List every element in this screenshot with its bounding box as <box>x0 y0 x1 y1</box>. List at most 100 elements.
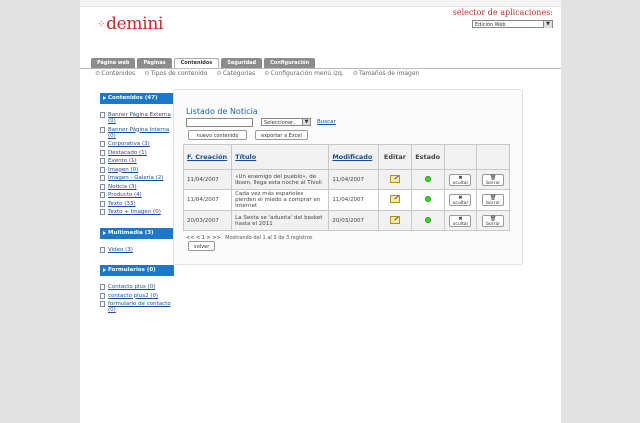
list-item[interactable]: formulario de contacto (0) <box>100 301 174 313</box>
page-container: ⁘demini selector de aplicaciones: Edició… <box>80 0 561 423</box>
sidebar-header-formularios[interactable]: Formularios (0) <box>100 265 174 276</box>
filter-select-value: Seleccionar.. <box>264 120 296 126</box>
column-header-modified[interactable]: Modificado <box>328 144 380 170</box>
list-item[interactable]: Imagen - Galería (2) <box>100 175 174 181</box>
document-icon <box>100 141 105 147</box>
sidebar-link[interactable]: Destacado (1) <box>108 150 147 156</box>
sub-navigation: ⚙Contenidos ⚙Tipos de contenido ⚙Categor… <box>95 70 428 77</box>
cell-status <box>410 189 445 211</box>
chevron-down-icon[interactable]: ▼ <box>543 21 552 28</box>
list-item[interactable]: Destacado (1) <box>100 149 174 156</box>
delete-button[interactable]: 🗑 borrar <box>482 173 505 186</box>
column-header-created[interactable]: F. Creación <box>182 144 233 170</box>
tab-configuracion[interactable]: Configuración <box>264 58 316 68</box>
sidebar-link[interactable]: Producto (4) <box>108 192 142 198</box>
edit-icon[interactable] <box>389 195 400 203</box>
cell-title: La Sexta se 'adueña' del basket hasta el… <box>231 210 330 231</box>
document-icon <box>100 149 105 156</box>
subnav-menu-izq[interactable]: ⚙Configuración menú izq. <box>264 70 344 77</box>
subnav-tamanos[interactable]: ⚙Tamaños de imagen <box>353 70 420 77</box>
delete-button[interactable]: 🗑 borrar <box>482 214 505 227</box>
sidebar-link[interactable]: formulario de contacto (0) <box>108 301 171 313</box>
sidebar-header-contenidos[interactable]: Contenidos (47) <box>100 93 174 104</box>
cell-delete: 🗑 borrar <box>476 189 510 211</box>
hide-button[interactable]: ✖ ocultar <box>449 173 472 186</box>
list-item[interactable]: Texto (33) <box>100 200 174 207</box>
delete-button[interactable]: 🗑 borrar <box>482 194 505 206</box>
gear-icon: ⚙ <box>264 70 270 77</box>
cell-modified: 11/04/2007 <box>328 169 380 190</box>
tab-seguridad[interactable]: Seguridad <box>221 58 263 68</box>
list-item[interactable]: Video (3) <box>100 246 174 253</box>
subnav-contenidos[interactable]: ⚙Contenidos <box>95 70 135 77</box>
sidebar-link[interactable]: Texto (33) <box>108 201 136 207</box>
tabs-divider <box>80 68 561 69</box>
list-item[interactable]: Corporativa (3) <box>100 141 174 147</box>
document-icon <box>100 200 105 207</box>
gear-icon: ⚙ <box>216 70 222 77</box>
sidebar-link[interactable]: Banner Página Interna (0) <box>108 127 169 139</box>
list-item[interactable]: Banner Página Externa (0) <box>100 112 174 124</box>
table-header-row: F. Creación Título Modificado Editar Est… <box>182 144 510 170</box>
search-input[interactable] <box>186 118 253 127</box>
cell-delete: 🗑 borrar <box>476 169 510 190</box>
cell-hide: ✖ ocultar <box>443 169 478 190</box>
sidebar-link[interactable]: Corporativa (3) <box>108 141 150 147</box>
sidebar-link[interactable]: Texto + Imagen (0) <box>108 209 161 215</box>
document-icon <box>100 192 105 198</box>
document-icon <box>100 209 105 215</box>
sidebar-link[interactable]: Evento (1) <box>108 158 137 164</box>
chevron-down-icon[interactable]: ▼ <box>302 119 310 125</box>
list-item[interactable]: Imagen (0) <box>100 166 174 173</box>
tab-paginas[interactable]: Páginas <box>137 58 172 68</box>
filter-select[interactable]: Seleccionar.. ▼ <box>261 118 311 126</box>
column-header-hide <box>443 144 478 170</box>
sidebar-link[interactable]: Banner Página Externa (0) <box>108 112 171 124</box>
content-table: F. Creación Título Modificado Editar Est… <box>182 144 510 231</box>
document-icon <box>100 292 105 299</box>
list-item[interactable]: Texto + Imagen (0) <box>100 209 174 215</box>
list-item[interactable]: Banner Página Interna (0) <box>100 126 174 139</box>
app-selector-dropdown[interactable]: Edición Web ▼ <box>472 20 553 28</box>
cell-status <box>410 210 445 231</box>
list-item[interactable]: Noticia (3) <box>100 183 174 190</box>
column-header-title[interactable]: Título <box>231 144 330 170</box>
content-list-panel: Listado de Noticia Seleccionar.. ▼ Busca… <box>173 89 523 265</box>
list-item[interactable]: Producto (4) <box>100 192 174 198</box>
gear-icon: ⚙ <box>352 70 359 77</box>
list-item[interactable]: contacto plus2 (0) <box>100 292 174 299</box>
sidebar-link[interactable]: Imagen - Galería (2) <box>108 175 163 181</box>
header-strip <box>80 0 561 7</box>
list-item[interactable]: Evento (1) <box>100 158 174 164</box>
tab-pagina-web[interactable]: Página web <box>91 58 136 68</box>
sidebar-link[interactable]: Noticia (3) <box>108 184 137 190</box>
cell-modified: 20/03/2007 <box>328 210 380 231</box>
cell-edit <box>378 189 412 211</box>
sidebar-list-formularios: Contacto plus (0) contacto plus2 (0) for… <box>100 276 174 320</box>
edit-icon[interactable] <box>389 215 400 224</box>
sidebar-header-multimedia[interactable]: Multimedia (3) <box>100 227 174 239</box>
subnav-categorias[interactable]: ⚙Categorías <box>216 70 255 77</box>
sidebar-link[interactable]: Video (3) <box>108 247 133 253</box>
search-link[interactable]: Buscar <box>317 119 336 125</box>
cell-created: 20/03/2007 <box>182 210 233 231</box>
app-selector-label: selector de aplicaciones: <box>452 8 553 17</box>
hide-button[interactable]: ✖ ocultar <box>449 194 472 206</box>
back-button[interactable]: volver <box>188 241 215 251</box>
document-icon <box>100 126 105 133</box>
sidebar-link[interactable]: Imagen (0) <box>108 167 138 173</box>
pager-status: Mostrando del 1 al 3 de 3 registros <box>225 235 313 241</box>
sidebar-link[interactable]: contacto plus2 (0) <box>108 293 158 299</box>
list-item[interactable]: Contacto plus (0) <box>100 284 174 290</box>
column-header-status: Estado <box>410 144 445 170</box>
cell-status <box>410 169 445 190</box>
status-active-icon <box>424 196 431 202</box>
sidebar-link[interactable]: Contacto plus (0) <box>108 284 155 290</box>
edit-icon[interactable] <box>389 174 400 183</box>
export-excel-button[interactable]: exportar a Excel <box>255 130 308 140</box>
hide-button[interactable]: ✖ ocultar <box>449 214 472 227</box>
cell-edit <box>378 210 412 231</box>
subnav-tipos[interactable]: ⚙Tipos de contenido <box>144 70 207 77</box>
brand-logo: ⁘demini <box>97 14 163 34</box>
new-content-button[interactable]: nuevo contenido <box>188 130 247 140</box>
